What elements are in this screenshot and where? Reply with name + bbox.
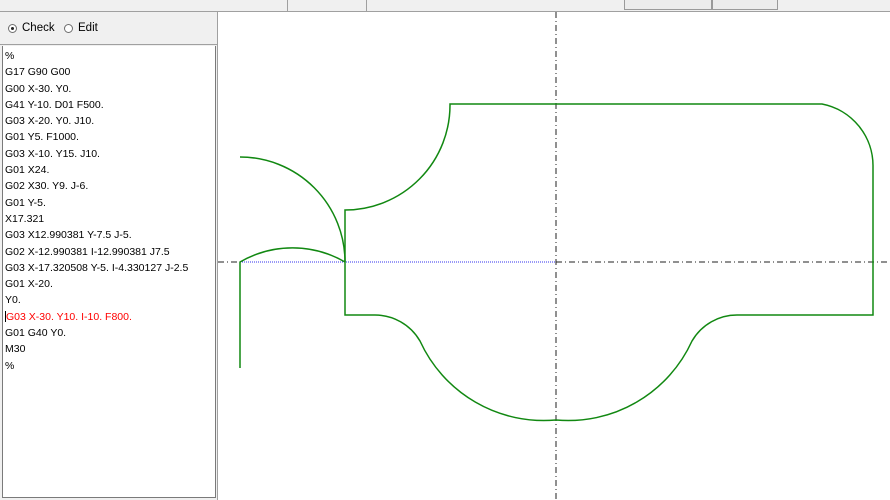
edit-mode-label: Edit xyxy=(78,22,98,34)
toolpath-plot xyxy=(218,12,890,500)
program-line[interactable]: G01 G40 Y0. xyxy=(5,325,215,341)
program-line[interactable]: G41 Y-10. D01 F500. xyxy=(5,97,215,113)
program-line[interactable]: X17.321 xyxy=(5,211,215,227)
program-line[interactable]: G00 X-30. Y0. xyxy=(5,81,215,97)
edit-mode-radio[interactable]: Edit xyxy=(64,22,98,34)
lead-in-arc xyxy=(239,156,346,263)
toolbar-button[interactable] xyxy=(712,0,778,10)
program-line[interactable]: G03 X-17.320508 Y-5. I-4.330127 J-2.5 xyxy=(5,260,215,276)
program-line[interactable]: G03 X-20. Y0. J10. xyxy=(5,113,215,129)
check-mode-label: Check xyxy=(22,22,55,34)
program-line[interactable]: G01 X24. xyxy=(5,162,215,178)
program-line[interactable]: G01 Y5. F1000. xyxy=(5,129,215,145)
program-line[interactable]: G03 X12.990381 Y-7.5 J-5. xyxy=(5,227,215,243)
program-line[interactable]: G03 X-30. Y10. I-10. F800. xyxy=(5,309,215,325)
program-line[interactable]: % xyxy=(5,48,215,64)
program-line[interactable]: G03 X-10. Y15. J10. xyxy=(5,146,215,162)
radio-dot-icon xyxy=(64,23,73,33)
nc-program-listing[interactable]: % G17 G90 G00 G00 X-30. Y0. G41 Y-10. D01 F… xyxy=(2,46,216,498)
program-line[interactable]: M30 xyxy=(5,341,215,357)
program-line[interactable]: G17 G90 G00 xyxy=(5,64,215,80)
program-panel: Check Edit % G17 G90 G00 G00 X-30. Y0. G41 … xyxy=(0,12,218,500)
program-line[interactable]: G02 X-12.990381 I-12.990381 J7.5 xyxy=(5,244,215,260)
program-line[interactable]: G02 X30. Y9. J-6. xyxy=(5,178,215,194)
toolbar-strip xyxy=(0,0,890,12)
mode-selector: Check Edit xyxy=(0,12,217,45)
toolpath-viewport[interactable] xyxy=(218,12,890,500)
program-line[interactable]: Y0. xyxy=(5,292,215,308)
toolbar-separator xyxy=(366,0,367,11)
radio-dot-icon xyxy=(8,23,17,33)
toolbar-button[interactable] xyxy=(624,0,712,10)
program-line[interactable]: G01 Y-5. xyxy=(5,195,215,211)
check-mode-radio[interactable]: Check xyxy=(8,22,55,34)
program-line[interactable]: % xyxy=(5,358,215,374)
toolbar-separator xyxy=(287,0,288,11)
program-line[interactable]: G01 X-20. xyxy=(5,276,215,292)
